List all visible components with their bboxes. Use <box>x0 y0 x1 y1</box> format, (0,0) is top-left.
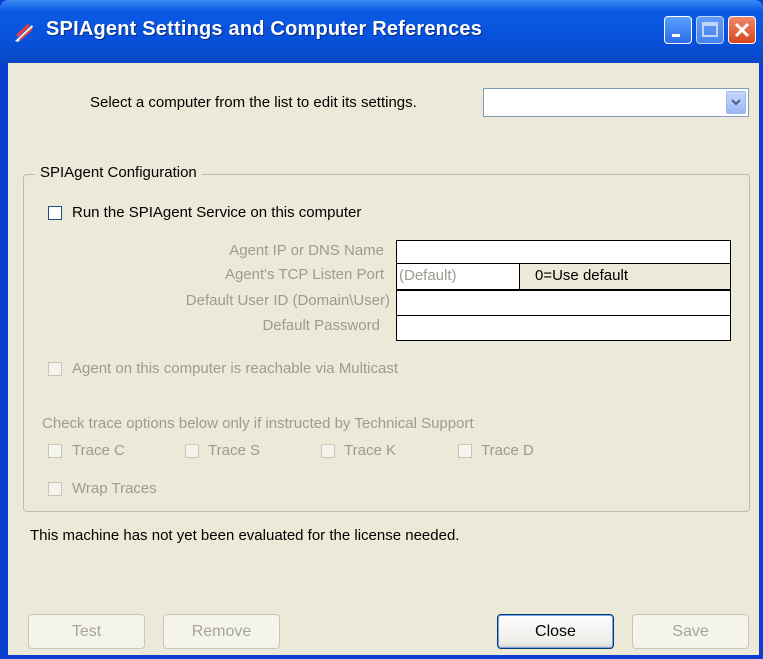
dialog-body: Select a computer from the list to edit … <box>8 63 759 655</box>
agent-ip-label: Agent IP or DNS Name <box>229 242 384 259</box>
minimize-icon <box>672 34 680 37</box>
multicast-checkbox[interactable] <box>48 362 62 376</box>
trace-c-checkbox[interactable] <box>48 444 62 458</box>
wrap-traces-label: Wrap Traces <box>72 480 157 497</box>
password-input[interactable] <box>396 315 731 341</box>
test-button[interactable]: Test <box>28 614 145 649</box>
run-service-checkbox[interactable] <box>48 206 62 220</box>
close-button[interactable]: Close <box>497 614 614 649</box>
user-id-label: Default User ID (Domain\User) <box>185 292 390 309</box>
tcp-port-label: Agent's TCP Listen Port <box>224 266 384 283</box>
trace-c-label: Trace C <box>72 442 125 459</box>
settings-window: SPIAgent Settings and Computer Reference… <box>0 0 763 659</box>
license-status-text: This machine has not yet been evaluated … <box>30 527 460 544</box>
spiagent-configuration-group: SPIAgent Configuration <box>23 164 750 512</box>
remove-button[interactable]: Remove <box>163 614 280 649</box>
minimize-button[interactable] <box>664 16 692 44</box>
password-label: Default Password <box>262 317 380 334</box>
group-title: SPIAgent Configuration <box>35 164 202 181</box>
window-title: SPIAgent Settings and Computer Reference… <box>46 18 483 40</box>
trace-d-checkbox[interactable] <box>458 444 472 458</box>
title-bar[interactable]: SPIAgent Settings and Computer Reference… <box>0 0 763 63</box>
close-icon <box>734 22 750 38</box>
trace-k-checkbox[interactable] <box>321 444 335 458</box>
tcp-port-input[interactable]: (Default) <box>396 263 520 290</box>
trace-k-label: Trace K <box>344 442 396 459</box>
trace-s-checkbox[interactable] <box>185 444 199 458</box>
dropdown-button[interactable] <box>726 91 746 114</box>
trace-s-label: Trace S <box>208 442 260 459</box>
user-id-input[interactable] <box>396 290 731 316</box>
maximize-icon <box>702 22 718 37</box>
multicast-label: Agent on this computer is reachable via … <box>72 360 398 377</box>
run-service-label: Run the SPIAgent Service on this compute… <box>72 204 362 221</box>
trace-instructions: Check trace options below only if instru… <box>42 415 474 432</box>
chevron-down-icon <box>731 99 741 106</box>
save-button[interactable]: Save <box>632 614 749 649</box>
maximize-button[interactable] <box>696 16 724 44</box>
wrap-traces-checkbox[interactable] <box>48 482 62 496</box>
app-icon <box>15 23 33 42</box>
computer-select-dropdown[interactable] <box>483 88 749 117</box>
computer-select-label: Select a computer from the list to edit … <box>90 94 417 111</box>
close-window-button[interactable] <box>728 16 756 44</box>
trace-d-label: Trace D <box>481 442 534 459</box>
tcp-port-hint: 0=Use default <box>520 263 731 290</box>
